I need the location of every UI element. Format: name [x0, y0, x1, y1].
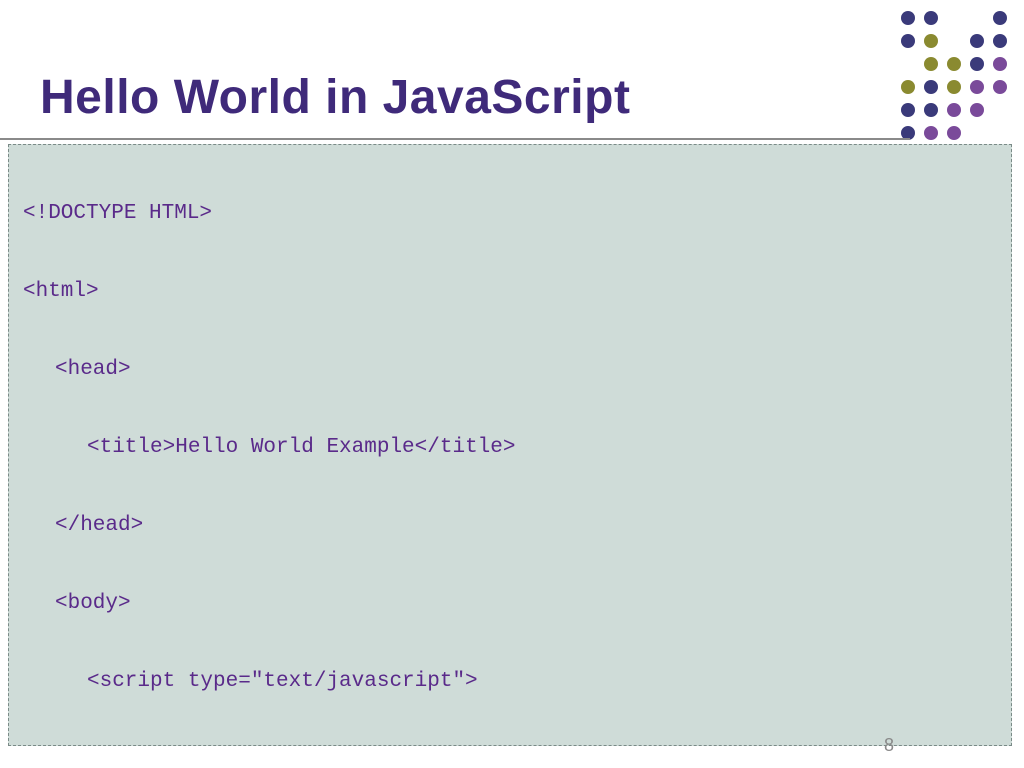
- code-line: <!--: [23, 740, 997, 746]
- code-line: <html>: [23, 272, 997, 311]
- code-line: </head>: [23, 506, 997, 545]
- code-line: <!DOCTYPE HTML>: [23, 194, 997, 233]
- code-example-block: <!DOCTYPE HTML> <html> <head> <title>Hel…: [8, 144, 1012, 746]
- code-line: <script type="text/javascript">: [23, 662, 997, 701]
- decorative-dots-icon: [898, 8, 1010, 166]
- code-line: <body>: [23, 584, 997, 623]
- slide-title: Hello World in JavaScript: [40, 70, 630, 125]
- code-line: <title>Hello World Example</title>: [23, 428, 997, 467]
- code-line: <head>: [23, 350, 997, 389]
- title-underline: [0, 138, 910, 140]
- slide: Hello World in JavaScript <!DOCTYPE HTML…: [0, 0, 1024, 768]
- page-number: 8: [884, 735, 894, 756]
